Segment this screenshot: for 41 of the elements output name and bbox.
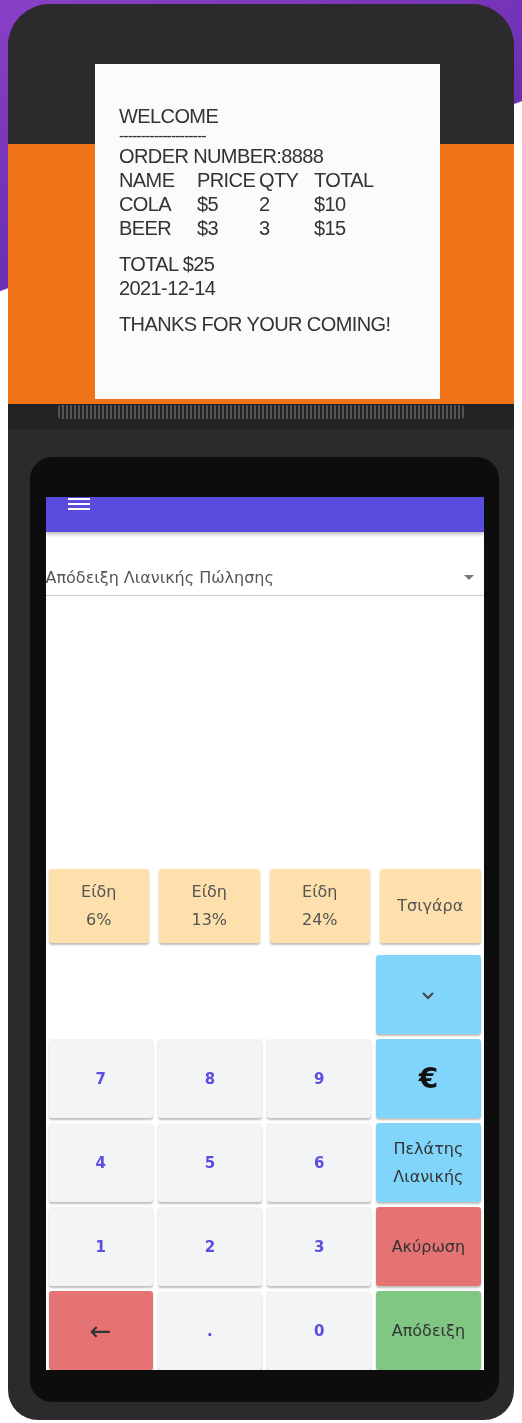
column-header: TOTAL: [314, 168, 375, 192]
column-header: NAME: [119, 168, 176, 192]
thanks-message: THANKS FOR YOUR COMING!: [119, 312, 392, 336]
keypad-key[interactable]: 6: [267, 1123, 372, 1202]
keypad-key[interactable]: 0: [267, 1291, 372, 1370]
table-cell-text: BEER: [119, 216, 173, 240]
receipt-total: TOTAL $25: [119, 252, 216, 276]
receipt-button[interactable]: Απόδειξη: [376, 1291, 481, 1370]
category-button[interactable]: Είδη 24%: [269, 869, 370, 943]
table-cell-text: $5: [197, 192, 220, 216]
menu-icon[interactable]: [67, 497, 90, 511]
category-button[interactable]: Τσιγάρα: [380, 869, 481, 943]
receipt-separator: --------------------: [119, 128, 207, 144]
keypad-key[interactable]: 8: [157, 1039, 262, 1118]
cancel-button[interactable]: Ακύρωση: [376, 1207, 481, 1286]
receipt-title: WELCOME: [119, 104, 220, 128]
keypad-key[interactable]: 2: [157, 1207, 262, 1286]
column-header: PRICE: [197, 168, 257, 192]
column-header: QTY: [259, 168, 300, 192]
table-cell-text: COLA: [119, 192, 173, 216]
currency-button[interactable]: €: [376, 1039, 481, 1118]
order-number: ORDER NUMBER:8888: [119, 144, 325, 168]
table-cell-text: $10: [314, 192, 347, 216]
backspace-key[interactable]: ←: [48, 1291, 153, 1370]
table-cell-text: 3: [259, 216, 271, 240]
keypad-key[interactable]: 3: [267, 1207, 372, 1286]
table-cell-text: $15: [314, 216, 347, 240]
category-button[interactable]: Είδη 13%: [159, 869, 260, 943]
keypad-key[interactable]: 1: [48, 1207, 153, 1286]
table-cell-text: 2: [259, 192, 271, 216]
chevron-down-icon: [422, 991, 435, 1000]
keypad-key[interactable]: 4: [48, 1123, 153, 1202]
retail-customer-button[interactable]: Πελάτης Λιανικής: [376, 1123, 481, 1202]
category-button[interactable]: Είδη 6%: [48, 869, 149, 943]
keypad-key[interactable]: 7: [48, 1039, 153, 1118]
receipt-date: 2021-12-14: [119, 276, 217, 300]
keypad-key[interactable]: 9: [267, 1039, 372, 1118]
caret-icon: [463, 575, 474, 580]
keypad-key[interactable]: 5: [157, 1123, 262, 1202]
keypad-key[interactable]: .: [157, 1291, 262, 1370]
table-cell-text: $3: [197, 216, 220, 240]
